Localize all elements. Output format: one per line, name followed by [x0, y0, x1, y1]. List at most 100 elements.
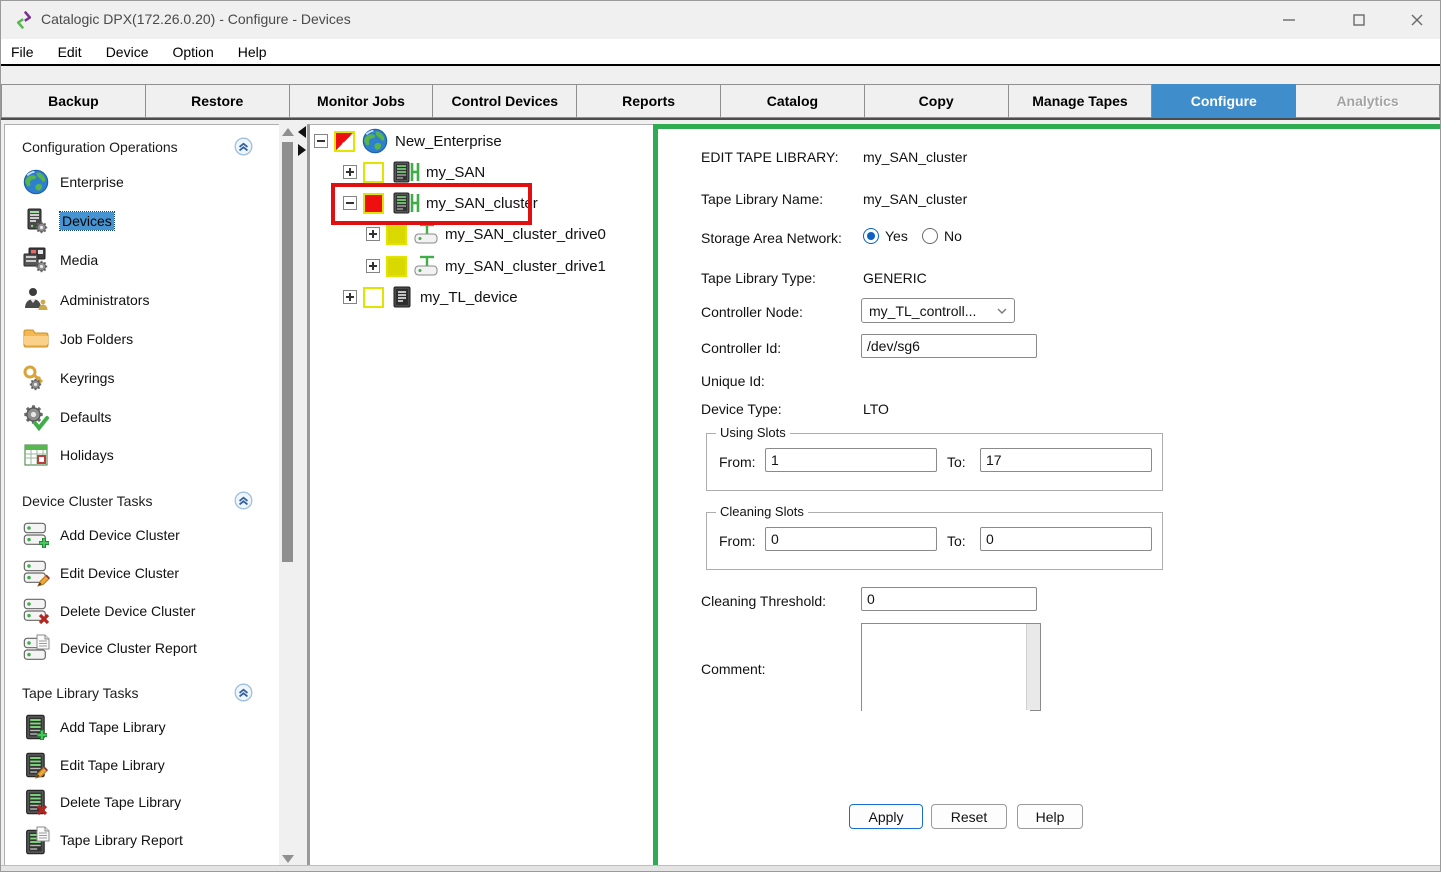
sidebar-item-add-tape-library[interactable]: Add Tape Library [22, 711, 166, 743]
tree-node-new-enterprise[interactable]: New_Enterprise [314, 127, 502, 155]
menu-device[interactable]: Device [94, 39, 161, 64]
collapse-chevrons-icon[interactable] [234, 683, 253, 702]
san-yes-radio[interactable]: Yes [863, 228, 908, 244]
using-slots-group: Using Slots From: To: [706, 433, 1163, 491]
close-button[interactable] [1395, 5, 1439, 35]
title-bar: Catalogic DPX(172.26.0.20) - Configure -… [1, 1, 1440, 39]
comment-box [861, 623, 1041, 711]
gear-check-icon [22, 403, 50, 431]
collapse-expander-icon[interactable] [314, 134, 328, 148]
controller-id-input[interactable] [861, 334, 1037, 358]
controller-node-dropdown[interactable]: my_TL_controll... [861, 298, 1015, 323]
sidebar-item-enterprise[interactable]: Enterprise [22, 166, 124, 198]
splitter-expand-right-icon[interactable] [298, 144, 306, 156]
sidebar-item-add-device-cluster[interactable]: Add Device Cluster [22, 519, 180, 551]
comment-textarea[interactable] [862, 624, 1030, 714]
maximize-button[interactable] [1337, 5, 1381, 35]
sidebar-item-defaults[interactable]: Defaults [22, 401, 111, 433]
apply-button[interactable]: Apply [849, 804, 923, 829]
edit-tape-library-panel: EDIT TAPE LIBRARY: my_SAN_cluster Tape L… [653, 124, 1441, 872]
menu-file[interactable]: File [1, 39, 46, 64]
radio-selected-icon [863, 228, 879, 244]
menu-option[interactable]: Option [160, 39, 225, 64]
tree-checkbox-empty[interactable] [363, 162, 384, 183]
scrollbar-thumb[interactable] [282, 142, 293, 562]
tab-backup[interactable]: Backup [1, 84, 146, 118]
tree-node-label[interactable]: my_SAN_cluster_drive0 [445, 226, 606, 243]
expand-expander-icon[interactable] [366, 227, 380, 241]
sidebar-item-label: Job Folders [60, 331, 133, 347]
sidebar-item-label: Edit Tape Library [60, 757, 165, 773]
report-badge-icon [36, 634, 50, 650]
tree-checkbox-partial[interactable] [334, 131, 355, 152]
sidebar-scrollbar[interactable] [279, 124, 296, 867]
tab-copy[interactable]: Copy [865, 84, 1009, 118]
using-slots-from-label: From: [719, 454, 756, 470]
tape-library-name-value: my_SAN_cluster [863, 191, 967, 207]
sidebar-item-tape-library-report[interactable]: Tape Library Report [22, 824, 183, 856]
catalogic-logo-icon [14, 10, 34, 30]
controller-id-label: Controller Id: [701, 340, 781, 356]
menu-help[interactable]: Help [226, 39, 279, 64]
unique-id-label: Unique Id: [701, 373, 765, 389]
section-header-configuration-operations: Configuration Operations [22, 139, 178, 155]
sidebar-item-holidays[interactable]: Holidays [22, 439, 114, 471]
scroll-down-arrow-icon[interactable] [282, 855, 294, 863]
tree-node-label[interactable]: my_TL_device [420, 289, 518, 306]
cleaning-threshold-input[interactable] [861, 587, 1037, 611]
tree-node-my-tl-device[interactable]: my_TL_device [343, 283, 518, 311]
tree-node-label[interactable]: New_Enterprise [395, 133, 502, 150]
tab-control-devices[interactable]: Control Devices [433, 84, 577, 118]
sidebar-item-delete-device-cluster[interactable]: Delete Device Cluster [22, 595, 195, 627]
collapse-chevrons-icon[interactable] [234, 491, 253, 510]
tab-manage-tapes[interactable]: Manage Tapes [1009, 84, 1153, 118]
sidebar-item-edit-device-cluster[interactable]: Edit Device Cluster [22, 557, 179, 589]
cleaning-slots-from-input[interactable] [765, 527, 937, 551]
splitter-collapse-left-icon[interactable] [298, 126, 306, 138]
collapse-chevrons-icon[interactable] [234, 137, 253, 156]
tree-checkbox-partial-yellow[interactable] [386, 256, 407, 277]
sidebar-item-delete-tape-library[interactable]: Delete Tape Library [22, 786, 181, 818]
sidebar-item-label: Delete Device Cluster [60, 603, 195, 619]
sidebar-item-edit-tape-library[interactable]: Edit Tape Library [22, 749, 165, 781]
sidebar-item-keyrings[interactable]: Keyrings [22, 362, 114, 394]
tree-node-label[interactable]: my_SAN [426, 164, 485, 181]
expand-expander-icon[interactable] [343, 165, 357, 179]
expand-expander-icon[interactable] [343, 290, 357, 304]
section-header-device-cluster-tasks: Device Cluster Tasks [22, 493, 152, 509]
sidebar-item-label: Media [60, 252, 98, 268]
san-no-radio[interactable]: No [922, 228, 962, 244]
minimize-button[interactable] [1267, 5, 1311, 35]
globe-icon [22, 168, 50, 196]
tape-library-name-label: Tape Library Name: [701, 191, 823, 207]
help-button[interactable]: Help [1017, 804, 1083, 829]
tab-monitor-jobs[interactable]: Monitor Jobs [290, 84, 434, 118]
sidebar-item-label: Delete Tape Library [60, 794, 181, 810]
tab-configure[interactable]: Configure [1152, 84, 1296, 118]
cleaning-slots-to-input[interactable] [980, 527, 1152, 551]
using-slots-to-input[interactable] [980, 448, 1152, 472]
menu-edit[interactable]: Edit [46, 39, 94, 64]
window-title: Catalogic DPX(172.26.0.20) - Configure -… [41, 11, 351, 27]
using-slots-from-input[interactable] [765, 448, 937, 472]
expand-expander-icon[interactable] [366, 259, 380, 273]
tree-checkbox-partial-yellow[interactable] [386, 224, 407, 245]
tab-catalog[interactable]: Catalog [721, 84, 865, 118]
scroll-up-arrow-icon[interactable] [282, 128, 294, 136]
reset-button[interactable]: Reset [931, 804, 1007, 829]
tree-node-my-san-cluster-drive1[interactable]: my_SAN_cluster_drive1 [366, 252, 606, 280]
folder-icon [22, 325, 50, 353]
tree-node-my-san[interactable]: my_SAN [343, 158, 485, 186]
comment-scrollbar[interactable] [1026, 624, 1040, 710]
tab-restore[interactable]: Restore [146, 84, 290, 118]
sidebar-item-job-folders[interactable]: Job Folders [22, 323, 133, 355]
tree-node-label[interactable]: my_SAN_cluster_drive1 [445, 258, 606, 275]
tab-reports[interactable]: Reports [577, 84, 721, 118]
radio-label: Yes [885, 228, 908, 244]
sidebar-item-devices[interactable]: Devices [22, 205, 114, 237]
sidebar-item-media[interactable]: Media [22, 244, 98, 276]
tab-analytics[interactable]: Analytics [1296, 84, 1440, 118]
sidebar-item-administrators[interactable]: Administrators [22, 284, 149, 316]
sidebar-item-device-cluster-report[interactable]: Device Cluster Report [22, 632, 197, 664]
tree-checkbox-empty[interactable] [363, 287, 384, 308]
